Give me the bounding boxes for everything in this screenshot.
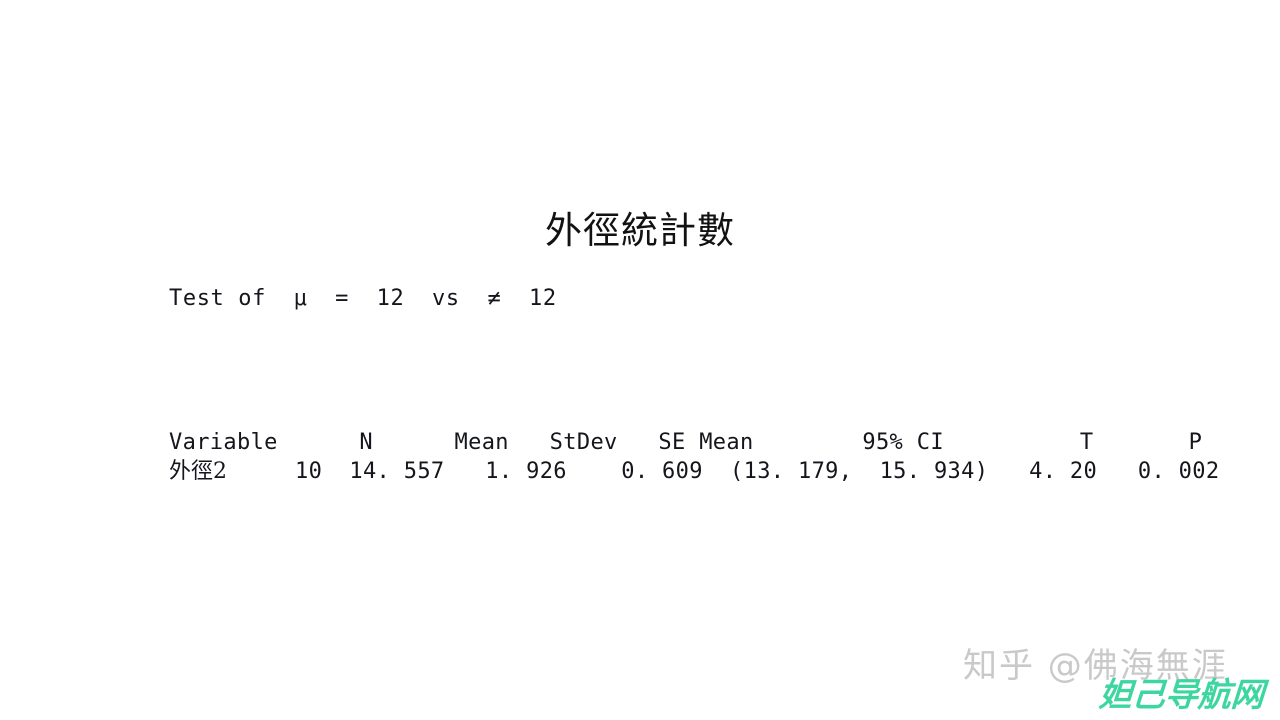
page-canvas: 外徑統計數 Test of μ = 12 vs ≠ 12 Variable N …: [0, 0, 1280, 720]
table-header-row: Variable N Mean StDev SE Mean 95% CI T P: [169, 430, 1203, 455]
stats-output-table: Variable N Mean StDev SE Mean 95% CI T P…: [169, 370, 1219, 544]
nav-site-watermark: 妲己导航网: [1097, 675, 1266, 714]
test-hypothesis-statement: Test of μ = 12 vs ≠ 12: [169, 286, 557, 311]
cell-variable: 外徑2: [169, 459, 227, 484]
table-row: 外徑2 10 14. 557 1. 926 0. 609 (13. 179, 1…: [169, 457, 1219, 486]
page-title: 外徑統計數: [545, 209, 735, 252]
cell-row-values: 10 14. 557 1. 926 0. 609 (13. 179, 15. 9…: [227, 459, 1220, 484]
